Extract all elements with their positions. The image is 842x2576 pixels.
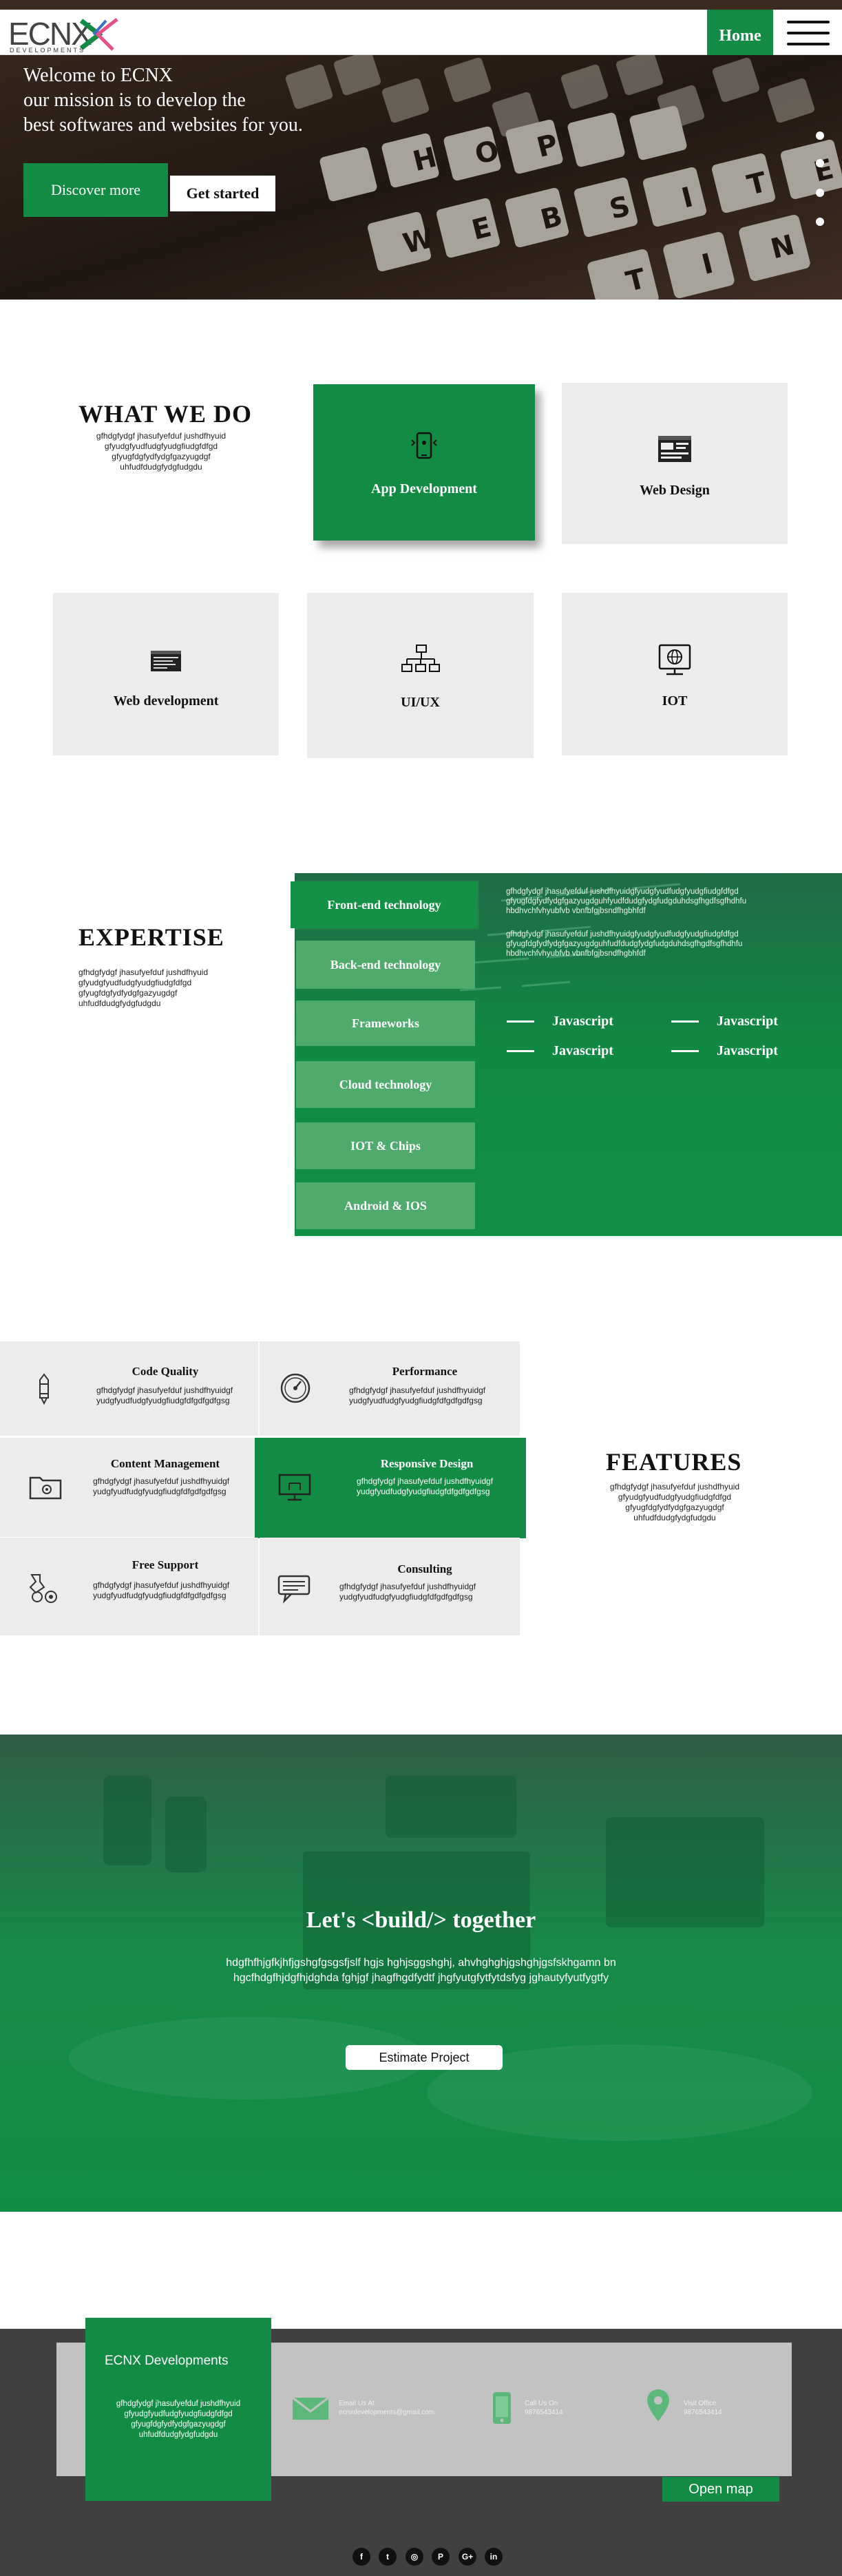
- visit-office-contact[interactable]: Visit Office 9876543414: [684, 2399, 722, 2417]
- web-design-icon: [658, 435, 691, 462]
- expertise-description: gfhdgfydgf jhasufyefduf jushdfhyuid gfyu…: [78, 967, 209, 1008]
- feature-title: Consulting: [397, 1562, 452, 1575]
- service-card-web-design[interactable]: Web Design: [562, 383, 788, 544]
- expertise-text-block-2: gfhdgfydgf jhasufyefduf jushdfhyuidgfyud…: [506, 930, 743, 958]
- feature-title: Content Management: [110, 1457, 220, 1470]
- feature-performance[interactable]: Performance gfhdgfydgf jhasufyefduf jush…: [260, 1341, 520, 1436]
- location-pin-icon: [647, 2389, 669, 2421]
- call-contact[interactable]: Call Us On 9876543414: [525, 2399, 563, 2417]
- tab-iot-chips[interactable]: IOT & Chips: [296, 1122, 475, 1169]
- logo[interactable]: ECNX DEVELOPMENTS: [8, 14, 118, 54]
- home-button[interactable]: Home: [707, 10, 773, 62]
- feature-description: gfhdgfydgf jhasufyefduf jushdfhyuidgf yud…: [96, 1385, 233, 1405]
- monitor-icon: [278, 1474, 311, 1501]
- footer-company-name: ECNX Developments: [105, 2354, 229, 2368]
- service-card-iot[interactable]: IOT: [562, 593, 788, 755]
- feature-consulting[interactable]: Consulting gfhdgfydgf jhasufyefduf jushd…: [260, 1538, 520, 1635]
- card-label: App Development: [371, 481, 477, 496]
- expertise-title: EXPERTISE: [78, 923, 224, 951]
- expertise-item: Javascript: [671, 1014, 778, 1029]
- card-label: IOT: [662, 693, 688, 709]
- tab-frameworks[interactable]: Frameworks: [296, 1001, 475, 1046]
- service-card-ui-ux[interactable]: UI/UX: [307, 593, 534, 758]
- iot-globe-icon: [658, 644, 691, 675]
- slider-dot-2[interactable]: [816, 159, 824, 167]
- hero-line-1: Welcome to ECNX: [23, 65, 173, 86]
- google-plus-icon[interactable]: G+: [459, 2548, 476, 2566]
- card-label: Web development: [113, 693, 219, 709]
- footer-company-description: gfhdgfydgf jhasufyefduf jushdfhyuid gfyu…: [116, 2400, 241, 2439]
- open-map-button[interactable]: Open map: [662, 2477, 779, 2502]
- mobile-app-icon: [411, 432, 437, 459]
- feature-title: Code Quality: [131, 1365, 199, 1378]
- footer-company-card: ECNX Developments gfhdgfydgf jhasufyefdu…: [85, 2318, 271, 2501]
- feature-description: gfhdgfydgf jhasufyefduf jushdfhyuidgf yud…: [349, 1385, 486, 1405]
- facebook-icon[interactable]: f: [352, 2548, 370, 2566]
- linkedin-icon[interactable]: in: [485, 2548, 503, 2566]
- tab-android-ios[interactable]: Android & IOS: [296, 1182, 475, 1229]
- feature-responsive-design[interactable]: Responsive Design gfhdgfydgf jhasufyefdu…: [255, 1438, 526, 1538]
- speedometer-icon: [280, 1373, 311, 1403]
- top-strip: [0, 0, 842, 10]
- feature-title: Performance: [392, 1365, 458, 1378]
- feature-description: gfhdgfydgf jhasufyefduf jushdfhyuidgf yud…: [339, 1582, 476, 1602]
- card-label: UI/UX: [401, 694, 440, 710]
- web-development-icon: [151, 650, 181, 671]
- twitter-icon[interactable]: t: [379, 2548, 397, 2566]
- estimate-project-button[interactable]: Estimate Project: [346, 2045, 503, 2070]
- slider-dot-3[interactable]: [816, 189, 824, 197]
- feature-free-support[interactable]: Free Support gfhdgfydgf jhasufyefduf jus…: [0, 1538, 258, 1635]
- feature-code-quality[interactable]: Code Quality gfhdgfydgf jhasufyefduf jus…: [0, 1341, 258, 1436]
- what-we-do-description: gfhdgfydgf jhasufyefduf jushdfhyuid gfyu…: [96, 431, 227, 472]
- phone-icon: [493, 2392, 511, 2424]
- support-gears-icon: [29, 1574, 57, 1603]
- feature-description: gfhdgfydgf jhasufyefduf jushdfhyuidgf yud…: [357, 1476, 494, 1496]
- features-description: gfhdgfydgf jhasufyefduf jushdfhyuid gfyu…: [609, 1482, 740, 1522]
- features-title: FEATURES: [606, 1448, 742, 1476]
- chat-bubble-icon: [277, 1575, 311, 1604]
- feature-description: gfhdgfydgf jhasufyefduf jushdfhyuidgf yud…: [93, 1476, 230, 1496]
- discover-more-button[interactable]: Discover more: [23, 163, 168, 217]
- feature-title: Free Support: [131, 1558, 199, 1571]
- expertise-item: Javascript: [507, 1043, 613, 1059]
- expertise-item: Javascript: [507, 1014, 613, 1029]
- tab-back-end-technology[interactable]: Back-end technology: [296, 941, 475, 989]
- build-together-text: hdgfhfhjgfkjhfjgshgfgsgsfjslf hgjs hghjs…: [226, 1957, 616, 1984]
- hamburger-menu-icon[interactable]: [787, 21, 830, 45]
- feature-description: gfhdgfydgf jhasufyefduf jushdfhyuidgf yud…: [93, 1580, 230, 1600]
- logo-x-mark-icon: [79, 18, 118, 51]
- tab-cloud-technology[interactable]: Cloud technology: [296, 1061, 475, 1108]
- card-label: Web Design: [640, 482, 710, 498]
- tab-front-end-technology[interactable]: Front-end technology: [291, 881, 478, 928]
- email-contact[interactable]: Email Us At ecnxdevelopments@gmail.com: [339, 2399, 434, 2417]
- service-card-web-development[interactable]: Web development: [53, 593, 279, 755]
- pinterest-icon[interactable]: P: [432, 2548, 450, 2566]
- expertise-item: Javascript: [671, 1043, 778, 1059]
- expertise-text-block-1: gfhdgfydgf jhasufyefduf jushdfhyuidgfyud…: [506, 888, 747, 915]
- hero-headline: Welcome to ECNX our mission is to develo…: [23, 63, 381, 138]
- service-card-app-development[interactable]: App Development: [313, 384, 535, 541]
- get-started-button[interactable]: Get started: [170, 176, 275, 211]
- folder-icon: [29, 1476, 62, 1500]
- hero-line-2: our mission is to develop the: [23, 90, 246, 111]
- logo-subtitle: DEVELOPMENTS: [10, 47, 86, 54]
- slider-dot-1[interactable]: [816, 132, 824, 140]
- email-icon: [292, 2396, 329, 2420]
- feature-title: Responsive Design: [380, 1457, 474, 1470]
- hero-line-3: best softwares and websites for you.: [23, 114, 303, 136]
- pencil-icon: [39, 1373, 49, 1405]
- what-we-do-title: WHAT WE DO: [78, 400, 253, 428]
- build-together-title: Let's <build/> together: [306, 1907, 536, 1933]
- slider-dot-4[interactable]: [816, 218, 824, 226]
- feature-content-management[interactable]: Content Management gfhdgfydgf jhasufyefd…: [0, 1438, 255, 1537]
- sitemap-icon: [401, 644, 440, 672]
- instagram-icon[interactable]: ◎: [406, 2548, 423, 2566]
